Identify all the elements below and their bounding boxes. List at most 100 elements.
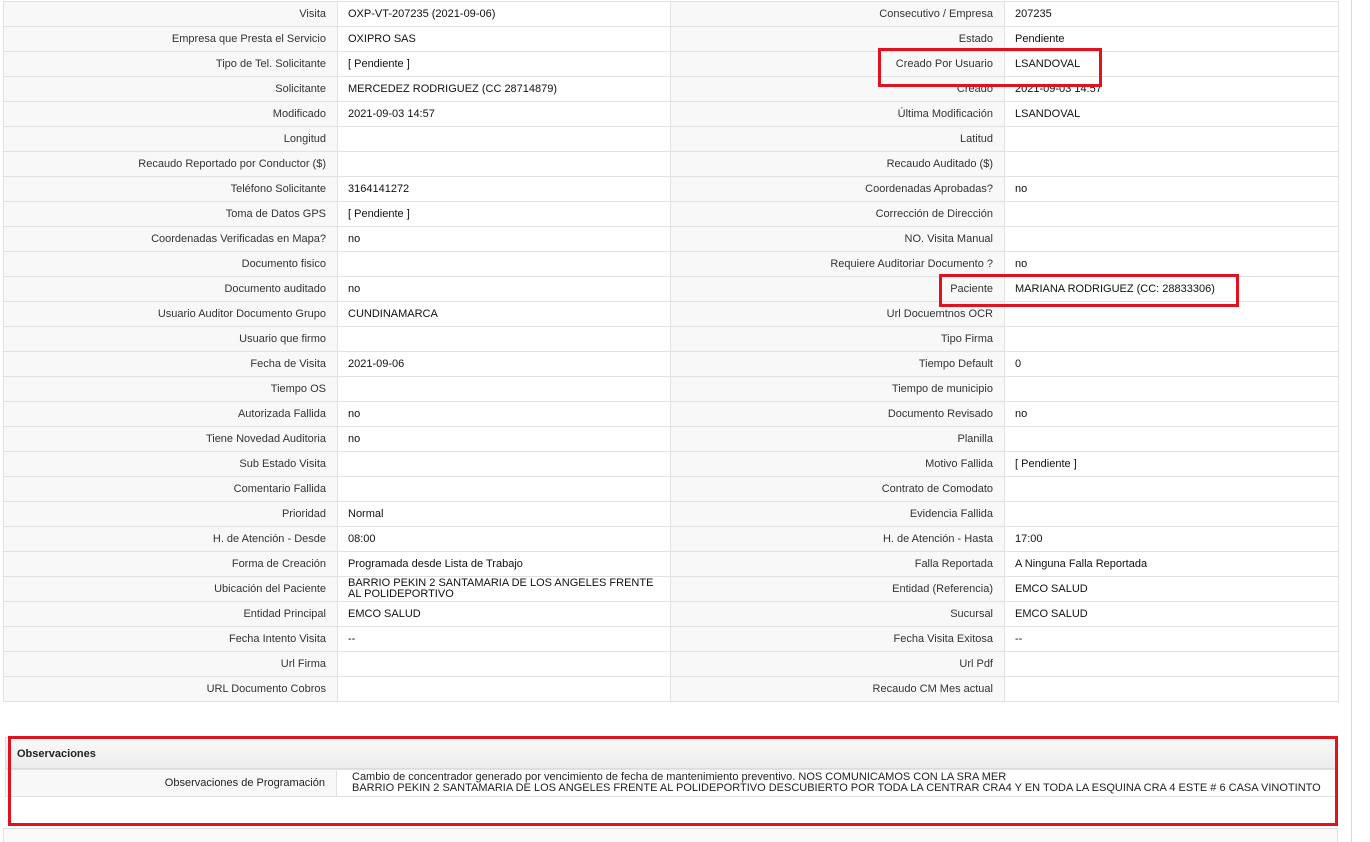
field-value: -- [337,626,671,652]
detail-row: Url Firma Url Pdf [3,651,1339,677]
field-label: Tiempo de municipio [670,376,1005,402]
detail-row: Comentario Fallida Contrato de Comodato [3,476,1339,502]
field-value: OXP-VT-207235 (2021-09-06) [337,1,671,27]
field-value [1004,676,1339,702]
field-value [337,676,671,702]
detail-row: Modificado 2021-09-03 14:57 Última Modific… [3,101,1339,127]
field-value: [ Pendiente ] [337,201,671,227]
observaciones-section: Observaciones Observaciones de Programac… [5,737,1338,825]
field-value: 17:00 [1004,526,1339,552]
field-value: [ Pendiente ] [1004,451,1339,477]
field-label: Empresa que Presta el Servicio [3,26,338,52]
field-label: Comentario Fallida [3,476,338,502]
detail-row: Solicitante MERCEDEZ RODRIGUEZ (CC 287148… [3,76,1339,102]
detail-row: Empresa que Presta el Servicio OXIPRO SAS… [3,26,1339,52]
field-label: Estado [670,26,1005,52]
observaciones-value: Cambio de concentrador generado por venc… [352,772,1332,794]
field-value [337,651,671,677]
field-label: Tipo Firma [670,326,1005,352]
field-label: Latitud [670,126,1005,152]
field-value: MERCEDEZ RODRIGUEZ (CC 28714879) [337,76,671,102]
field-value [337,376,671,402]
field-label: Url Docuemtnos OCR [670,301,1005,327]
field-label: Planilla [670,426,1005,452]
detail-row: Documento auditado no Paciente MARIANA RODR… [3,276,1339,302]
detail-row: Coordenadas Verificadas en Mapa? no NO. Vi… [3,226,1339,252]
field-label: Visita [3,1,338,27]
field-value [1004,151,1339,177]
field-value: 2021-09-03 14:57 [337,101,671,127]
field-label: Última Modificación [670,101,1005,127]
field-value [1004,376,1339,402]
field-value: CUNDINAMARCA [337,301,671,327]
field-value [1004,301,1339,327]
field-label: Corrección de Dirección [670,201,1005,227]
field-value: 2021-09-03 14:57 [1004,76,1339,102]
field-value: 0 [1004,351,1339,377]
detail-row: Sub Estado Visita Motivo Fallida[ Pendien… [3,451,1339,477]
field-label: NO. Visita Manual [670,226,1005,252]
field-value: EMCO SALUD [1004,601,1339,627]
detail-row: Fecha de Visita 2021-09-06 Tiempo Default 0 [3,351,1339,377]
field-value: no [337,226,671,252]
detail-row: Usuario que firmo Tipo Firma [3,326,1339,352]
field-label: H. de Atención - Hasta [670,526,1005,552]
field-value: EMCO SALUD [1004,576,1339,602]
field-value: Normal [337,501,671,527]
detail-row: Autorizada Fallida no Documento Revisado no [3,401,1339,427]
scrollbar-track[interactable] [1351,0,1352,842]
detail-row: Entidad Principal EMCO SALUD Sucursal EMCO … [3,601,1339,627]
field-value: no [1004,176,1339,202]
field-label: Entidad (Referencia) [670,576,1005,602]
detail-row: Recaudo Reportado por Conductor ($) Recau… [3,151,1339,177]
detail-row: Teléfono Solicitante 3164141272 Coordenada… [3,176,1339,202]
field-value: -- [1004,626,1339,652]
field-value: LSANDOVAL [1004,101,1339,127]
field-label: Documento Revisado [670,401,1005,427]
field-label: Documento fisico [3,251,338,277]
field-value [1004,201,1339,227]
detail-row: Usuario Auditor Documento Grupo CUNDINAMA… [3,301,1339,327]
field-label: Tiene Novedad Auditoria [3,426,338,452]
field-label: Requiere Auditoriar Documento ? [670,251,1005,277]
field-value: 207235 [1004,1,1339,27]
field-value: Pendiente [1004,26,1339,52]
field-label: Coordenadas Aprobadas? [670,176,1005,202]
field-label: Tipo de Tel. Solicitante [3,51,338,77]
field-value [1004,326,1339,352]
field-value [337,126,671,152]
field-label: Paciente [670,276,1005,302]
detail-row: H. de Atención - Desde 08:00 H. de Atenció… [3,526,1339,552]
field-label: Coordenadas Verificadas en Mapa? [3,226,338,252]
field-value: no [337,426,671,452]
detail-row: Toma de Datos GPS[ Pendiente ] Corrección… [3,201,1339,227]
observaciones-row: Observaciones de Programación Cambio de … [5,769,1338,797]
detail-row: Prioridad Normal Evidencia Fallida [3,501,1339,527]
field-label: Falla Reportada [670,551,1005,577]
field-value: A Ninguna Falla Reportada [1004,551,1339,577]
detail-row: Fecha Intento Visita -- Fecha Visita Exito… [3,626,1339,652]
field-value: Programada desde Lista de Trabajo [337,551,671,577]
visit-detail-table: Visita OXP-VT-207235 (2021-09-06) Consecut… [3,1,1339,702]
field-label: Prioridad [3,501,338,527]
field-label: H. de Atención - Desde [3,526,338,552]
detail-row: Forma de Creación Programada desde Lista … [3,551,1339,577]
detail-row: Longitud Latitud [3,126,1339,152]
field-value: 08:00 [337,526,671,552]
field-label: Contrato de Comodato [670,476,1005,502]
field-label: Fecha Visita Exitosa [670,626,1005,652]
field-value [337,451,671,477]
detail-row: Tipo de Tel. Solicitante[ Pendiente ] Cre… [3,51,1339,77]
field-label: Evidencia Fallida [670,501,1005,527]
field-value: no [337,401,671,427]
detail-row: Visita OXP-VT-207235 (2021-09-06) Consecut… [3,1,1339,27]
field-label: Sucursal [670,601,1005,627]
field-label: Ubicación del Paciente [3,576,338,602]
field-label: Autorizada Fallida [3,401,338,427]
detail-row: Documento fisico Requiere Auditoriar Docu… [3,251,1339,277]
detail-row: Ubicación del Paciente BARRIO PEKIN 2 SAN… [3,576,1339,602]
field-label: Recaudo CM Mes actual [670,676,1005,702]
field-label: Solicitante [3,76,338,102]
field-label: URL Documento Cobros [3,676,338,702]
field-value [337,326,671,352]
